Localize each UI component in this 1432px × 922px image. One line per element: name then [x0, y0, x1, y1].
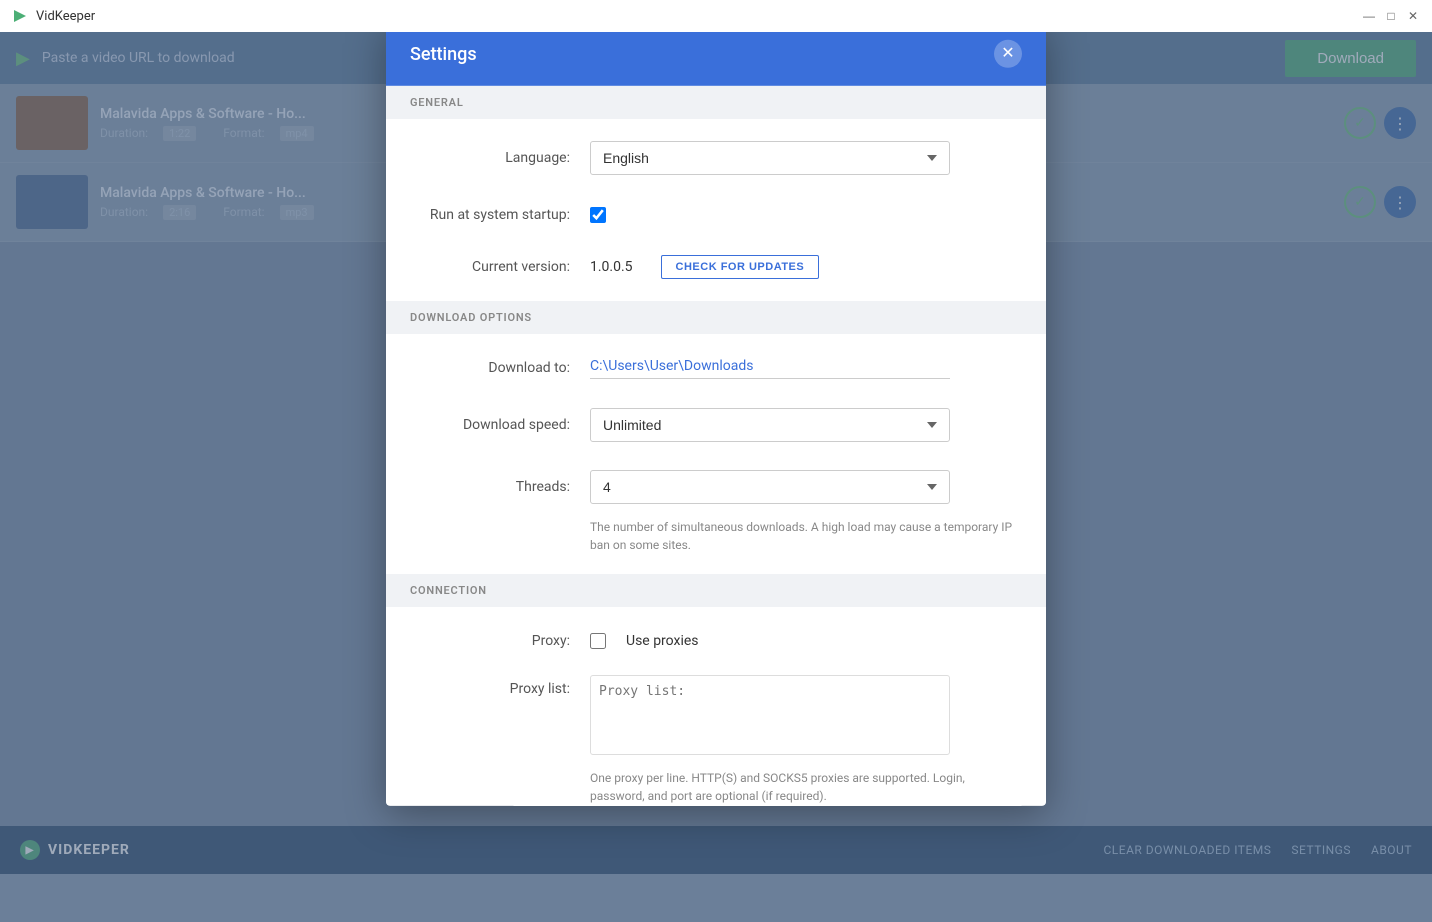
language-control: English French German Spanish — [590, 141, 1022, 175]
version-control: 1.0.0.5 CHECK FOR UPDATES — [590, 255, 1022, 279]
download-to-control: C:\Users\User\Downloads — [590, 357, 1022, 378]
proxy-list-control — [590, 675, 1022, 755]
general-section: Language: English French German Spanish … — [386, 119, 1046, 301]
dialog-close-button[interactable]: ✕ — [994, 40, 1022, 68]
app-background: ▶ Paste a video URL to download Download… — [0, 32, 1432, 874]
threads-label: Threads: — [410, 479, 570, 495]
speed-label: Download speed: — [410, 417, 570, 433]
threads-row: Threads: 1 2 4 8 — [386, 456, 1046, 518]
app-title: VidKeeper — [36, 9, 95, 24]
dialog-title: Settings — [410, 43, 477, 64]
threads-select[interactable]: 1 2 4 8 — [590, 470, 950, 504]
settings-dialog: Settings ✕ GENERAL Language: English Fre… — [386, 32, 1046, 806]
startup-checkbox[interactable] — [590, 207, 606, 223]
check-updates-button[interactable]: CHECK FOR UPDATES — [661, 255, 820, 279]
app-logo-icon — [12, 8, 28, 24]
download-path-link[interactable]: C:\Users\User\Downloads — [590, 357, 950, 378]
titlebar: VidKeeper — □ ✕ — [0, 0, 1432, 32]
startup-row: Run at system startup: — [386, 189, 1046, 241]
download-to-row: Download to: C:\Users\User\Downloads — [386, 342, 1046, 394]
titlebar-left: VidKeeper — [12, 8, 95, 24]
startup-label: Run at system startup: — [410, 207, 570, 223]
download-section: Download to: C:\Users\User\Downloads Dow… — [386, 334, 1046, 574]
threads-hint: The number of simultaneous downloads. A … — [386, 518, 1046, 566]
language-select[interactable]: English French German Spanish — [590, 141, 950, 175]
proxy-label: Proxy: — [410, 633, 570, 649]
proxy-hint-text: One proxy per line. HTTP(S) and SOCKS5 p… — [386, 769, 1046, 806]
version-label: Current version: — [410, 259, 570, 275]
language-row: Language: English French German Spanish — [386, 127, 1046, 189]
window-close-button[interactable]: ✕ — [1406, 9, 1420, 23]
titlebar-controls: — □ ✕ — [1362, 9, 1420, 23]
connection-section: Proxy: Use proxies Proxy list: One proxy… — [386, 607, 1046, 806]
speed-select[interactable]: Unlimited 1 MB/s 2 MB/s 5 MB/s — [590, 408, 950, 442]
proxy-control: Use proxies — [590, 633, 1022, 649]
language-label: Language: — [410, 150, 570, 166]
maximize-button[interactable]: □ — [1384, 9, 1398, 23]
general-section-header: GENERAL — [386, 86, 1046, 119]
proxy-list-row: Proxy list: — [386, 667, 1046, 769]
proxy-checkbox[interactable] — [590, 633, 606, 649]
dialog-header: Settings ✕ — [386, 32, 1046, 86]
download-section-header: DOWNLOAD OPTIONS — [386, 301, 1046, 334]
proxy-list-label: Proxy list: — [410, 675, 570, 697]
proxy-row: Proxy: Use proxies — [386, 615, 1046, 667]
version-row: Current version: 1.0.0.5 CHECK FOR UPDAT… — [386, 241, 1046, 293]
threads-control: 1 2 4 8 — [590, 470, 1022, 504]
speed-row: Download speed: Unlimited 1 MB/s 2 MB/s … — [386, 394, 1046, 456]
speed-control: Unlimited 1 MB/s 2 MB/s 5 MB/s — [590, 408, 1022, 442]
minimize-button[interactable]: — — [1362, 9, 1376, 23]
use-proxies-label: Use proxies — [626, 633, 699, 649]
startup-control — [590, 207, 1022, 223]
connection-section-header: CONNECTION — [386, 574, 1046, 607]
proxy-list-input[interactable] — [590, 675, 950, 755]
download-to-label: Download to: — [410, 360, 570, 376]
dialog-body: GENERAL Language: English French German … — [386, 86, 1046, 806]
version-value: 1.0.0.5 — [590, 259, 633, 275]
